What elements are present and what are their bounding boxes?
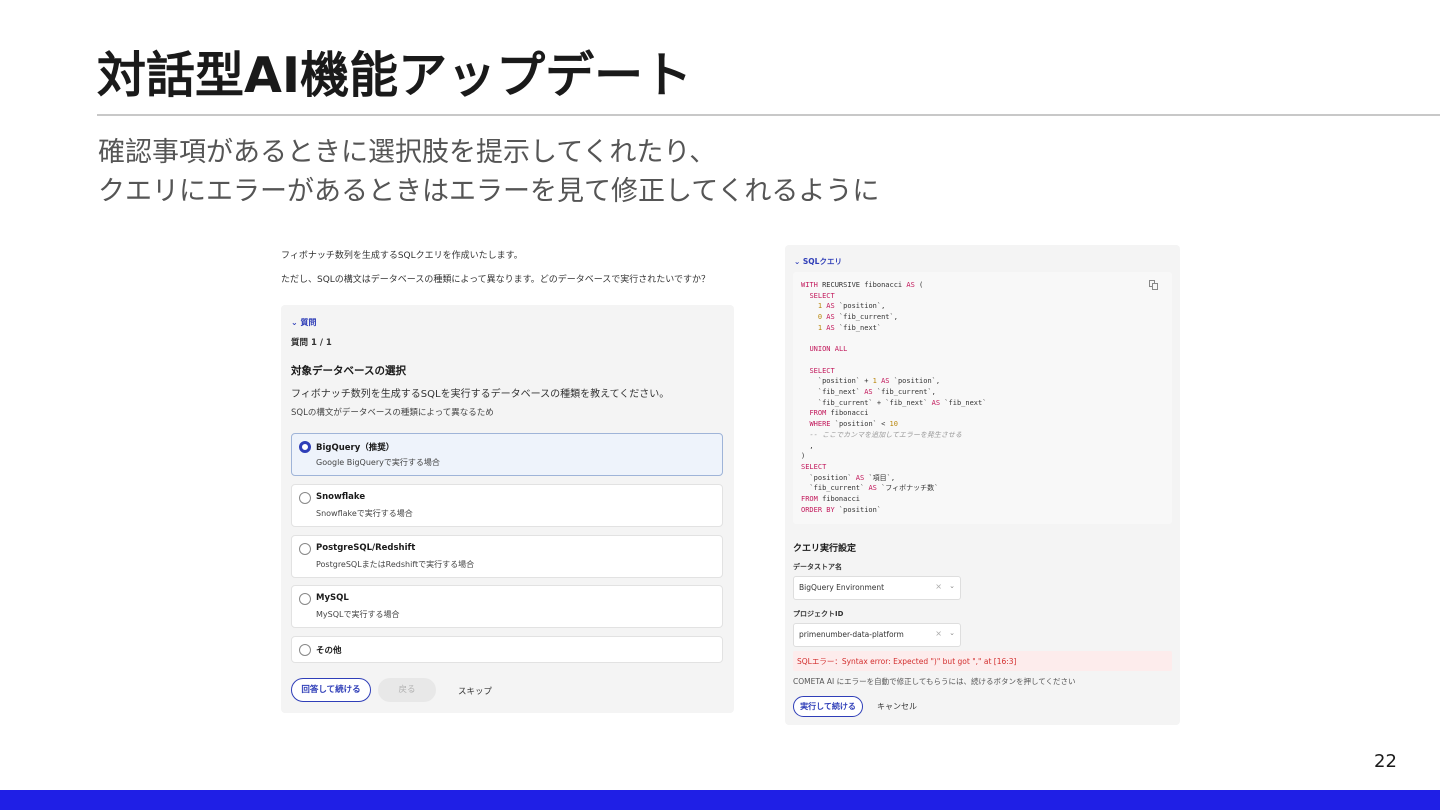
question-description: フィボナッチ数列を生成するSQLを実行するデータベースの種類を教えてください。 xyxy=(291,389,670,400)
auto-fix-hint: COMETA AI にエラーを自動で修正してもらうには、続けるボタンを押してくだ… xyxy=(793,677,1076,686)
question-toggle[interactable]: ⌄ 質問 xyxy=(291,317,317,328)
subtitle-line-2: クエリにエラーがあるときはエラーを見て修正してくれるように xyxy=(98,176,880,207)
project-id-label: プロジェクトID xyxy=(793,610,844,618)
question-title: 対象データベースの選択 xyxy=(291,365,406,377)
option-mysql[interactable]: MySQL MySQLで実行する場合 xyxy=(291,585,723,628)
option-label: その他 xyxy=(316,646,342,656)
sql-query-panel: ⌄ SQLクエリ WITH RECURSIVE fibonacci AS ( S… xyxy=(785,245,1180,725)
sql-query-toggle[interactable]: ⌄ SQLクエリ xyxy=(794,256,842,267)
question-card: ⌄ 質問 質問 1 / 1 対象データベースの選択 フィボナッチ数列を生成するS… xyxy=(281,305,734,713)
option-postgresql-redshift[interactable]: PostgreSQL/Redshift PostgreSQLまたはRedshif… xyxy=(291,535,723,578)
radio-icon[interactable] xyxy=(299,644,311,656)
project-id-value: primenumber-data-platform xyxy=(799,630,904,639)
option-label: BigQuery（推奨） xyxy=(316,443,395,453)
project-id-select[interactable]: primenumber-data-platform × ⌄ xyxy=(793,623,961,647)
subtitle-line-1: 確認事項があるときに選択肢を提示してくれたり、 xyxy=(98,137,717,168)
option-bigquery[interactable]: BigQuery（推奨） Google BigQueryで実行する場合 xyxy=(291,433,723,476)
assistant-message-2: ただし、SQLの構文はデータベースの種類によって異なります。どのデータベースで実… xyxy=(281,275,711,285)
clear-icon[interactable]: × xyxy=(935,582,942,591)
option-description: Snowflakeで実行する場合 xyxy=(316,509,413,518)
chevron-down-icon[interactable]: ⌄ xyxy=(949,582,955,590)
radio-selected-icon[interactable] xyxy=(299,441,311,453)
option-description: MySQLで実行する場合 xyxy=(316,610,400,619)
datastore-value: BigQuery Environment xyxy=(799,583,885,592)
question-panel: フィボナッチ数列を生成するSQLクエリを作成いたします。 ただし、SQLの構文は… xyxy=(281,250,734,713)
back-button[interactable]: 戻る xyxy=(378,678,436,702)
sql-code: WITH RECURSIVE fibonacci AS ( SELECT 1 A… xyxy=(801,281,987,514)
question-count: 質問 1 / 1 xyxy=(291,338,332,348)
radio-icon[interactable] xyxy=(299,593,311,605)
datastore-select[interactable]: BigQuery Environment × ⌄ xyxy=(793,576,961,600)
option-label: MySQL xyxy=(316,593,349,603)
option-description: Google BigQueryで実行する場合 xyxy=(316,458,440,467)
sql-error-text: SQLエラー：Syntax error: Expected ")" but go… xyxy=(797,657,1017,666)
sql-code-block: WITH RECURSIVE fibonacci AS ( SELECT 1 A… xyxy=(793,272,1172,524)
query-settings-title: クエリ実行設定 xyxy=(793,544,857,554)
page-number: 22 xyxy=(1374,751,1397,772)
chevron-down-icon[interactable]: ⌄ xyxy=(949,629,955,637)
copy-icon[interactable] xyxy=(1149,280,1158,290)
answer-continue-button[interactable]: 回答して続ける xyxy=(291,678,371,702)
slide-subtitle: 確認事項があるときに選択肢を提示してくれたり、 クエリにエラーがあるときはエラー… xyxy=(98,133,879,211)
datastore-label: データストア名 xyxy=(793,563,842,571)
run-continue-button[interactable]: 実行して続ける xyxy=(793,696,863,717)
option-snowflake[interactable]: Snowflake Snowflakeで実行する場合 xyxy=(291,484,723,527)
option-label: Snowflake xyxy=(316,492,366,502)
radio-icon[interactable] xyxy=(299,492,311,504)
footer-bar xyxy=(0,790,1440,810)
slide-title: 対話型AI機能アップデート xyxy=(97,47,693,104)
clear-icon[interactable]: × xyxy=(935,629,942,638)
assistant-message-1: フィボナッチ数列を生成するSQLクエリを作成いたします。 xyxy=(281,251,523,261)
question-note: SQLの構文がデータベースの種類によって異なるため xyxy=(291,408,494,418)
sql-error-banner: SQLエラー：Syntax error: Expected ")" but go… xyxy=(793,651,1172,671)
skip-button[interactable]: スキップ xyxy=(458,685,492,697)
option-other[interactable]: その他 xyxy=(291,636,723,663)
radio-icon[interactable] xyxy=(299,543,311,555)
option-label: PostgreSQL/Redshift xyxy=(316,543,416,553)
option-description: PostgreSQLまたはRedshiftで実行する場合 xyxy=(316,560,475,569)
title-divider xyxy=(97,114,1440,116)
cancel-button[interactable]: キャンセル xyxy=(877,701,917,712)
